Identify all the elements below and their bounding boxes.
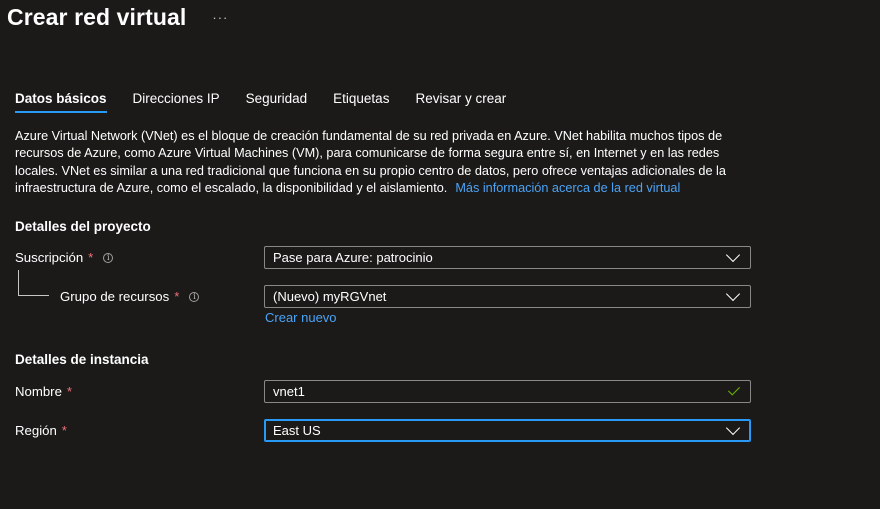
description: Azure Virtual Network (VNet) es el bloqu… (15, 128, 745, 197)
tab-review-create[interactable]: Revisar y crear (415, 91, 506, 112)
section-title-project-details: Detalles del proyecto (15, 219, 151, 234)
learn-more-link[interactable]: Más información acerca de la red virtual (455, 181, 680, 195)
name-input[interactable]: vnet1 (264, 380, 751, 403)
tab-ip-addresses[interactable]: Direcciones IP (133, 91, 220, 112)
required-marker: * (61, 423, 67, 438)
region-label-text: Región (15, 423, 57, 438)
tab-basics[interactable]: Datos básicos (15, 91, 107, 113)
name-value: vnet1 (273, 384, 305, 399)
region-value: East US (273, 423, 321, 438)
info-icon[interactable]: i (189, 291, 200, 302)
section-title-instance-details: Detalles de instancia (15, 352, 149, 367)
subscription-label: Suscripción * i (15, 250, 114, 265)
name-label: Nombre * (15, 384, 72, 399)
region-label: Región * (15, 423, 67, 438)
chevron-down-icon (725, 420, 741, 436)
resource-group-value: (Nuevo) myRGVnet (273, 289, 387, 304)
tab-tags[interactable]: Etiquetas (333, 91, 389, 112)
subscription-value: Pase para Azure: patrocinio (273, 250, 433, 265)
subscription-label-text: Suscripción (15, 250, 84, 265)
chevron-down-icon (725, 286, 741, 302)
region-dropdown[interactable]: East US (264, 419, 751, 442)
subscription-dropdown[interactable]: Pase para Azure: patrocinio (264, 246, 751, 269)
create-new-link[interactable]: Crear nuevo (265, 310, 337, 325)
more-options-button[interactable]: ··· (212, 10, 228, 25)
required-marker: * (66, 384, 73, 399)
title-row: Crear red virtual ··· (7, 4, 228, 31)
name-label-text: Nombre (15, 384, 62, 399)
required-marker: * (88, 250, 94, 265)
tab-bar: Datos básicos Direcciones IP Seguridad E… (15, 91, 532, 113)
required-marker: * (174, 289, 180, 304)
tab-security[interactable]: Seguridad (246, 91, 308, 112)
resource-group-label-text: Grupo de recursos (60, 289, 170, 304)
tree-connector (18, 270, 49, 296)
chevron-down-icon (725, 247, 741, 263)
page-title: Crear red virtual (7, 4, 187, 30)
info-icon[interactable]: i (103, 252, 114, 263)
resource-group-label: Grupo de recursos * i (60, 289, 200, 304)
resource-group-dropdown[interactable]: (Nuevo) myRGVnet (264, 285, 751, 308)
